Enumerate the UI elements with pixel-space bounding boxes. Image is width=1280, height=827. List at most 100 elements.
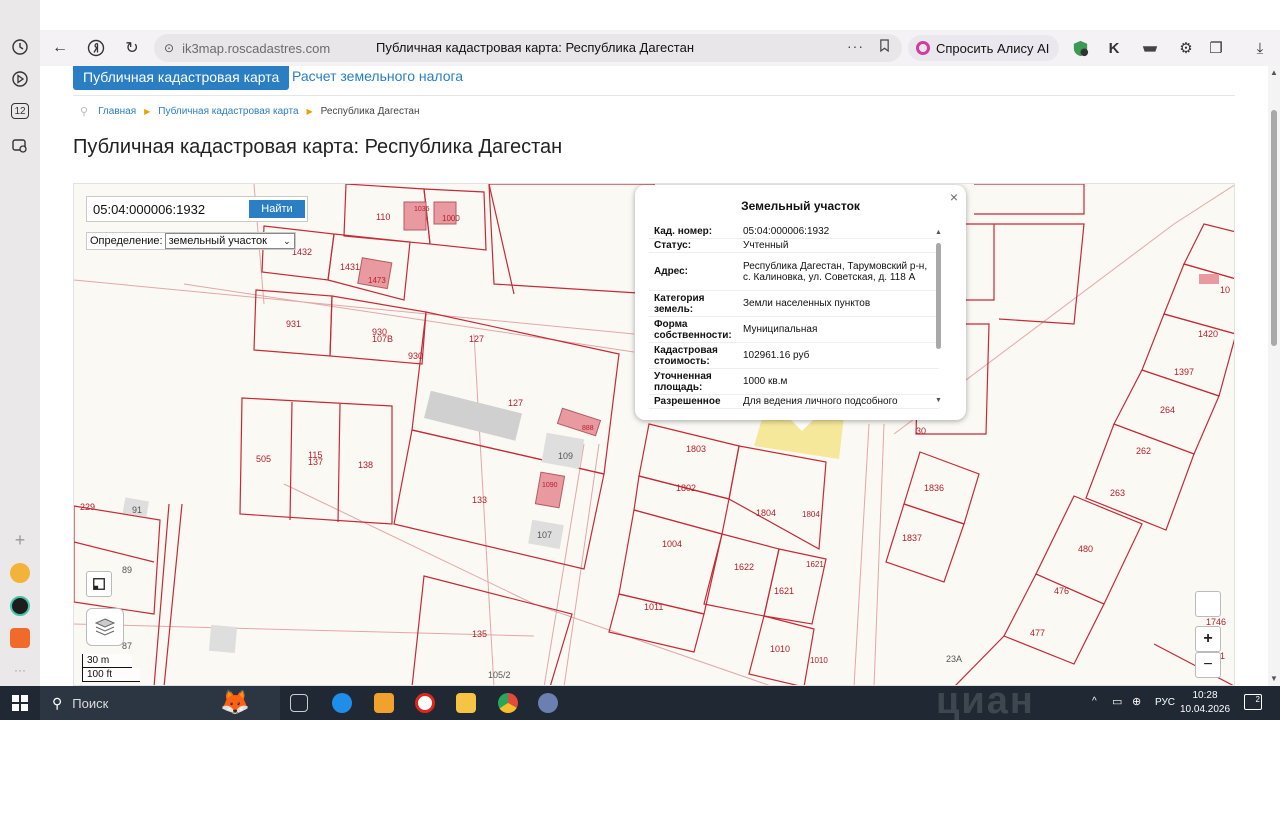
app-icon-3[interactable] [10, 628, 30, 648]
layers-icon[interactable] [86, 608, 124, 646]
shield-extension-icon[interactable] [1070, 38, 1090, 58]
collections-icon[interactable]: ❐ [1206, 38, 1226, 58]
breadcrumb-map[interactable]: Публичная кадастровая карта [158, 106, 298, 117]
popup-row-value: Муниципальная [743, 324, 818, 335]
tabs-count-label: 12 [14, 105, 26, 117]
parcel-label: 264 [1160, 405, 1176, 415]
dish-extension-icon[interactable] [1140, 38, 1160, 58]
popup-row-value: Для ведения личного подсобного [743, 396, 898, 407]
network-icon[interactable]: ▭ [1112, 695, 1122, 708]
scroll-up-icon[interactable]: ▲ [1270, 68, 1278, 77]
reload-icon[interactable]: ↻ [118, 34, 146, 62]
notification-count: 2 [1255, 695, 1260, 704]
play-icon[interactable] [10, 69, 30, 89]
alice-label: Спросить Алису AI [936, 40, 1050, 56]
parcel-label: 262 [1136, 446, 1152, 456]
popup-scroll-thumb[interactable] [936, 243, 941, 349]
parcel-label: 505 [256, 454, 272, 464]
folder-icon[interactable] [456, 693, 476, 713]
parcel-label: 1420 [1198, 329, 1219, 339]
nav-cadastral-map[interactable]: Публичная кадастровая карта [73, 66, 290, 90]
popup-scrollbar[interactable]: ▲ ▼ [935, 229, 943, 405]
popup-row: Форма собственности: Муниципальная [649, 317, 939, 343]
notifications-icon[interactable]: 2 [1244, 694, 1262, 710]
page-title: Публичная кадастровая карта: Республика … [73, 136, 563, 158]
scale-bar: 30 m 100 ft [82, 654, 140, 682]
app-globe-icon[interactable] [538, 693, 558, 713]
popup-row-key: Категория земель: [654, 292, 705, 315]
definition-label: Определение: [90, 235, 163, 247]
chrome-icon[interactable] [498, 693, 518, 713]
fullscreen-icon[interactable] [86, 571, 112, 597]
scroll-down-icon[interactable]: ▼ [1270, 674, 1278, 683]
definition-select[interactable]: земельный участок ⌄ [164, 233, 295, 249]
parcel-label: 105/2 [488, 670, 511, 680]
yandex-browser-icon[interactable] [415, 693, 435, 713]
windows-start-icon[interactable] [12, 695, 28, 711]
fox-icon: 🦊 [220, 689, 250, 716]
parcel-label: 1837 [902, 533, 923, 543]
add-panel-icon[interactable]: + [10, 530, 30, 550]
address-more-icon[interactable]: ··· [847, 38, 864, 54]
screenshot-icon[interactable] [10, 136, 30, 156]
globe-icon[interactable]: ⊕ [1132, 695, 1141, 708]
zoom-in-button[interactable]: + [1195, 626, 1221, 652]
more-icon[interactable]: ··· [10, 660, 30, 680]
parcel-label: 263 [1110, 488, 1126, 498]
parcel-label: 1802 [676, 483, 697, 493]
parcel-info-popup: × Земельный участок Кад. номер: 05:04:00… [635, 185, 966, 420]
cadastral-number-input[interactable] [87, 197, 245, 221]
parcel-label: 127 [508, 398, 524, 408]
parcel-label: 477 [1030, 628, 1046, 638]
page-scrollbar[interactable]: ▲ ▼ [1268, 66, 1280, 686]
popup-row: Кад. номер: 05:04:000006:1932 [649, 225, 939, 239]
search-icon: ⚲ [52, 694, 63, 711]
popup-row-key: Форма собственности: [654, 318, 732, 341]
definition-selected-value: земельный участок [168, 235, 267, 247]
extensions-icon[interactable]: ⚙ [1176, 38, 1196, 58]
parcel-label: 1621 [806, 560, 824, 569]
app-icon-2[interactable] [10, 596, 30, 616]
yandex-icon[interactable] [82, 34, 110, 62]
bookmark-icon[interactable] [879, 39, 890, 55]
parcel-label: 1804 [802, 510, 820, 519]
parcel-label: 1010 [810, 656, 828, 665]
address-page-title: Публичная кадастровая карта: Республика … [376, 40, 694, 55]
taskbar-clock[interactable]: 10:28 10.04.2026 [1180, 689, 1230, 717]
cadastral-map[interactable]: 110 1035 1000 1432 1431 1473 931 930 107… [73, 183, 1235, 686]
language-indicator[interactable]: РУС [1155, 697, 1175, 708]
page-scroll-thumb[interactable] [1271, 110, 1277, 346]
scroll-up-icon[interactable]: ▲ [935, 229, 942, 236]
popup-row-key: Разрешенное [654, 396, 721, 407]
alice-button[interactable]: Спросить Алису AI [908, 35, 1060, 61]
zoom-out-button[interactable]: − [1195, 652, 1221, 678]
nav-land-tax[interactable]: Расчет земельного налога [292, 68, 463, 84]
parcel-label: 133 [472, 495, 488, 505]
parcel-label: 107 [537, 530, 553, 540]
breadcrumb-home[interactable]: Главная [98, 106, 136, 117]
popup-row-value: 05:04:000006:1932 [743, 226, 830, 237]
address-bar[interactable]: ⊙ ik3map.roscadastres.com Публичная када… [154, 34, 902, 62]
edge-icon[interactable] [332, 693, 352, 713]
chevron-down-icon: ⌄ [283, 235, 291, 246]
find-button[interactable]: Найти [249, 200, 305, 218]
back-icon[interactable]: ← [46, 34, 74, 62]
clock-time: 10:28 [1192, 690, 1218, 701]
parcel-label: 229 [80, 502, 96, 512]
task-view-icon[interactable] [290, 694, 308, 712]
parcel-label: 1090 [542, 482, 558, 489]
map-blank-control[interactable] [1195, 591, 1221, 617]
parcel-label: 109 [558, 451, 574, 461]
tabs-count-icon[interactable]: 12 [11, 103, 29, 119]
scroll-down-icon[interactable]: ▼ [935, 397, 942, 404]
k-extension-icon[interactable]: K [1104, 38, 1124, 58]
history-icon[interactable] [10, 37, 30, 57]
app-icon-1[interactable] [10, 563, 30, 583]
lock-icon[interactable]: ⊙ [164, 41, 174, 55]
parcel-label: 107В [372, 334, 394, 344]
taskbar-search[interactable]: ⚲ Поиск 🦊 [40, 686, 280, 720]
app-orange-icon[interactable] [374, 693, 394, 713]
parcel-label: 135 [472, 629, 488, 639]
download-icon[interactable]: ⤓ [1250, 38, 1270, 58]
tray-chevron-icon[interactable]: ^ [1092, 696, 1097, 707]
